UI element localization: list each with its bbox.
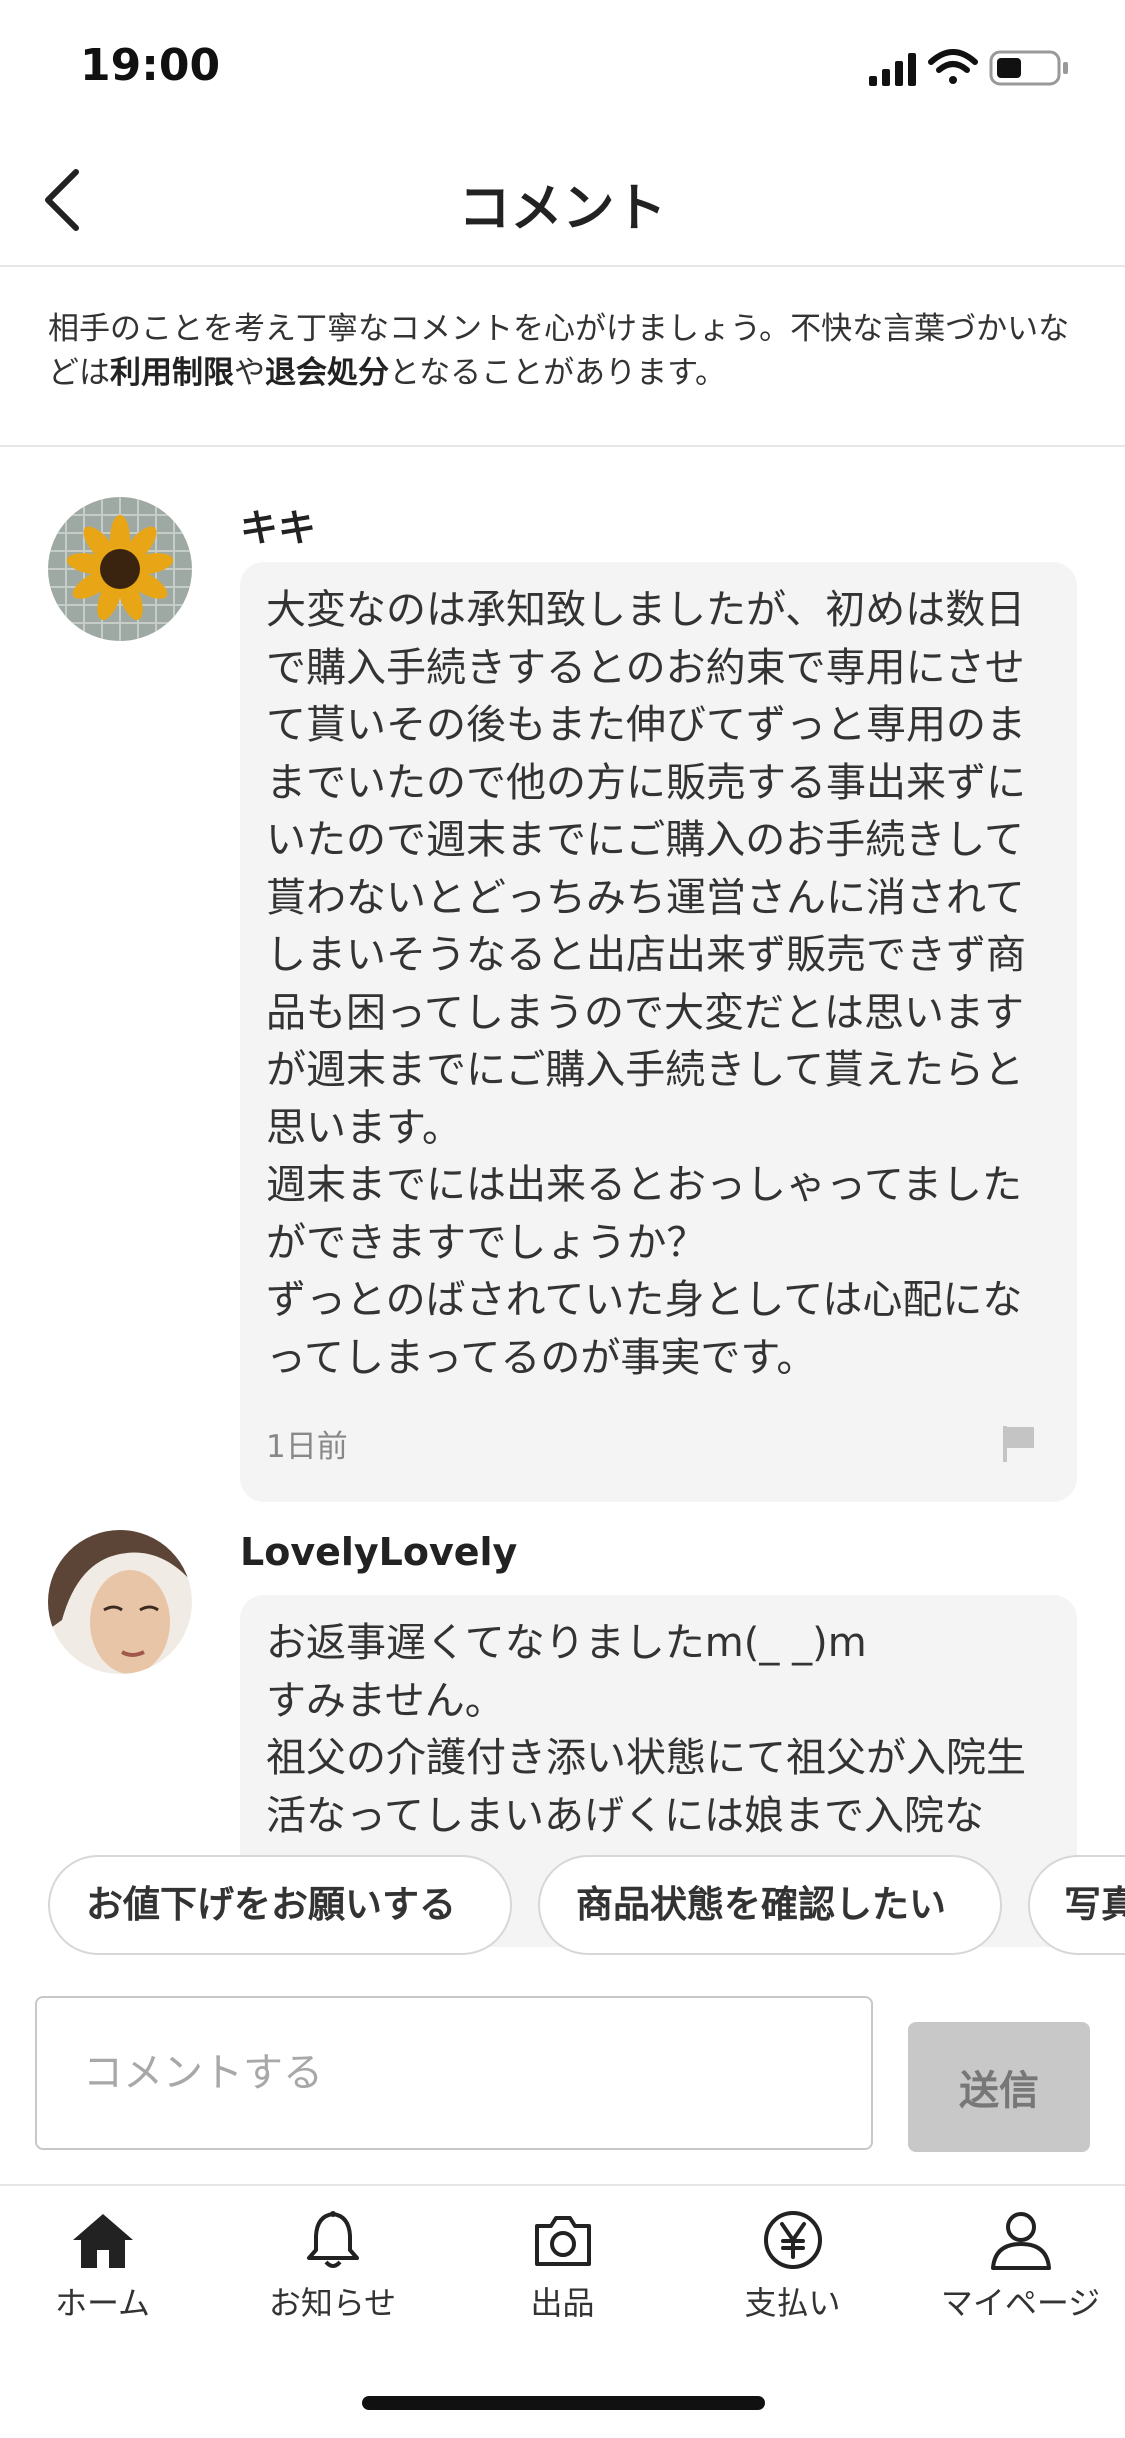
status-bar: 19:00 — [0, 0, 1125, 130]
quick-reply-price-down[interactable]: お値下げをお願いする — [48, 1855, 512, 1955]
comment-list: キキ 大変なのは承知致しましたが、初めは数日で購入手続きするとのお約束で専用にさ… — [0, 447, 1125, 1947]
comment-username[interactable]: LovelyLovely — [240, 1530, 517, 1574]
page-title: コメント — [458, 179, 667, 239]
notice-bold-usage-restriction: 利用制限 — [110, 355, 234, 391]
tab-label: 支払い — [744, 2284, 841, 2322]
comment-timestamp: 1日前 — [266, 1429, 348, 1465]
comment-input-area: 送信 — [0, 1962, 1125, 2184]
tab-sell[interactable]: 出品 — [450, 2210, 675, 2330]
bell-icon — [306, 2211, 359, 2268]
notice-bold-withdrawal: 退会処分 — [265, 355, 389, 391]
person-avatar[interactable] — [48, 1530, 192, 1674]
quick-reply-check-condition[interactable]: 商品状態を確認したい — [538, 1855, 1002, 1955]
comment-username[interactable]: キキ — [240, 497, 316, 552]
tab-label: お知らせ — [268, 2284, 397, 2322]
battery-icon — [989, 50, 1068, 86]
report-flag-icon[interactable] — [1001, 1424, 1037, 1464]
header: コメント — [0, 130, 1125, 267]
person-icon — [990, 2212, 1051, 2270]
comment-bubble: 大変なのは承知致しましたが、初めは数日で購入手続きするとのお約束で専用にさせて貰… — [240, 562, 1077, 1502]
home-indicator — [362, 2396, 765, 2410]
status-icons — [869, 49, 1068, 86]
signal-icon — [869, 53, 916, 86]
home-icon — [72, 2214, 133, 2268]
comment-input[interactable] — [35, 1996, 873, 2150]
tab-label: マイページ — [940, 2284, 1101, 2322]
comment-notice: 相手のことを考え丁寧なコメントを心がけましょう。不快な言葉づかいなどは利用制限や… — [48, 307, 1085, 395]
wifi-icon — [928, 49, 978, 84]
tab-home[interactable]: ホーム — [0, 2210, 215, 2330]
comment-text: 大変なのは承知致しましたが、初めは数日で購入手続きするとのお約束で専用にさせて貰… — [266, 587, 1026, 1381]
sunflower-avatar[interactable] — [48, 497, 192, 641]
bottom-tab-bar: ホーム お知らせ 出品 支払い マイページ — [0, 2184, 1125, 2438]
status-time: 19:00 — [80, 40, 221, 91]
notice-text-2: や — [234, 355, 265, 391]
tab-mypage[interactable]: マイページ — [908, 2210, 1125, 2330]
comment-text: お返事遅くてなりましたm(_ _)m すみません。 祖父の介護付き添い状態にて祖… — [266, 1620, 1026, 1839]
send-button[interactable]: 送信 — [908, 2022, 1090, 2152]
quick-reply-photo[interactable]: 写真 — [1028, 1855, 1125, 1955]
tab-notifications[interactable]: お知らせ — [220, 2210, 445, 2330]
quick-reply-bar: お値下げをお願いする 商品状態を確認したい 写真 — [0, 1850, 1125, 1962]
camera-icon — [534, 2216, 591, 2266]
tab-label: ホーム — [54, 2284, 151, 2322]
notice-text-3: となることがあります。 — [389, 355, 726, 391]
tab-label: 出品 — [530, 2284, 595, 2322]
tab-payment[interactable]: 支払い — [680, 2210, 905, 2330]
yen-icon — [763, 2211, 822, 2269]
